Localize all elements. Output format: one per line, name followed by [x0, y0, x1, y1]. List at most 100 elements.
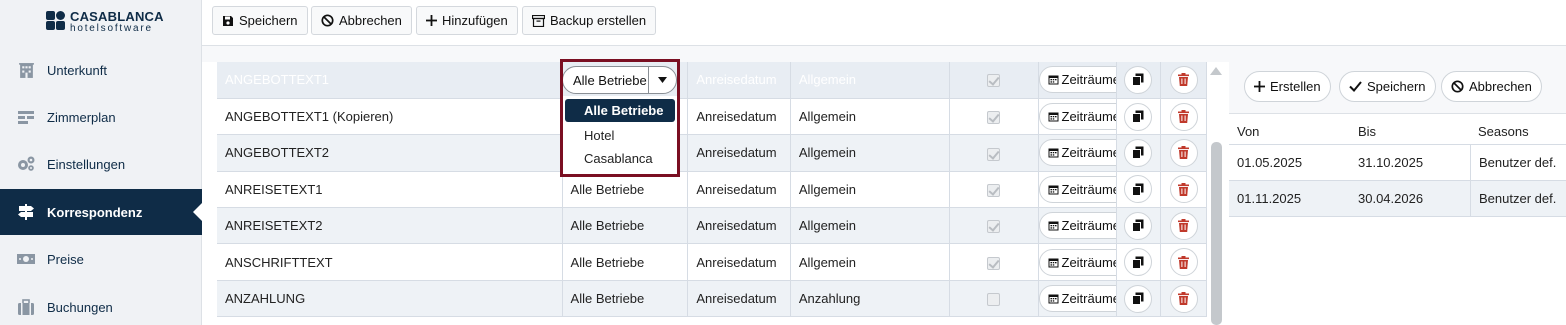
- sidebar-item-label: Preise: [47, 251, 84, 267]
- brand-tagline: hotelsoftware: [70, 23, 153, 34]
- cell-name: ANGEBOTTEXT1: [217, 62, 563, 99]
- copy-button[interactable]: [1124, 284, 1153, 313]
- sidebar-item-buchungen[interactable]: Buchungen: [0, 284, 202, 325]
- periods-button[interactable]: Zeiträume: [1038, 248, 1117, 276]
- table-row[interactable]: ANGEBOTTEXT1 (Kopieren)Alle Betriebe Anre…: [217, 98, 1207, 136]
- period-row[interactable]: 01.05.2025 31.10.2025 Benutzer def.: [1229, 145, 1566, 181]
- copy-button[interactable]: [1124, 138, 1153, 167]
- cell-active: [949, 243, 1039, 281]
- active-checkbox[interactable]: [987, 74, 1001, 88]
- periods-button[interactable]: Zeiträume: [1038, 103, 1116, 131]
- cell-scope[interactable]: Alle Betriebe: [562, 171, 689, 209]
- periods-button[interactable]: Zeiträume: [1038, 175, 1116, 203]
- cell-periods: Zeiträume: [1038, 171, 1117, 209]
- table-row[interactable]: ANZAHLUNG Alle Betriebe Anreisedatum Anzahl…: [217, 280, 1207, 318]
- cell-copy: [1116, 98, 1162, 136]
- sidebar-item-unterkunft[interactable]: Unterkunft: [0, 47, 202, 93]
- table-row[interactable]: ANSCHRIFTTEXT Alle Betriebe Anreisedatum Al…: [217, 243, 1207, 281]
- backup-button[interactable]: Backup erstellen: [522, 6, 657, 35]
- period-row[interactable]: 01.11.2025 30.04.2026 Benutzer def.: [1229, 181, 1566, 217]
- plus-icon: [426, 15, 437, 26]
- cell-type: Allgemein: [790, 98, 951, 136]
- cell-active: [949, 98, 1039, 136]
- delete-button[interactable]: [1169, 138, 1198, 167]
- active-checkbox[interactable]: [987, 293, 1001, 307]
- periods-button[interactable]: Zeiträume: [1038, 285, 1116, 313]
- trash-icon: [1178, 110, 1190, 124]
- cell-delete: [1160, 98, 1207, 136]
- copy-button[interactable]: [1124, 248, 1153, 277]
- delete-button[interactable]: [1169, 284, 1198, 313]
- copy-icon: [1132, 256, 1144, 269]
- table-row[interactable]: ANREISETEXT1 Alle Betriebe Anreisedatum All…: [217, 171, 1207, 209]
- periods-button[interactable]: Zeiträume: [1038, 212, 1116, 240]
- sidebar: CASABLANCA hotelsoftware Unterkunft Zimm…: [0, 0, 202, 325]
- sidebar-item-zimmerplan[interactable]: Zimmerplan: [0, 94, 202, 140]
- add-button[interactable]: Hinzufügen: [416, 6, 518, 35]
- scope-option[interactable]: Alle Betriebe: [565, 99, 675, 122]
- period-panel-toolbar: Erstellen Speichern Abbrechen: [1229, 62, 1566, 114]
- periods-button[interactable]: Zeiträume: [1038, 66, 1116, 94]
- cell-periods: Zeiträume: [1038, 134, 1117, 172]
- copy-button[interactable]: [1124, 65, 1153, 94]
- sidebar-item-korrespondenz[interactable]: Korrespondenz: [0, 189, 202, 235]
- scope-select[interactable]: Alle Betriebe: [562, 66, 677, 94]
- cell-scope[interactable]: Alle Betriebe: [562, 280, 689, 318]
- scrollbar-thumb[interactable]: [1211, 142, 1222, 325]
- cell-delete: [1160, 207, 1207, 245]
- sidebar-item-preise[interactable]: Preise: [0, 236, 202, 282]
- table-row[interactable]: ANGEBOTTEXT2Alle BetriebeAnreisedatumAll…: [217, 134, 1207, 172]
- cell-scope[interactable]: Alle Betriebe: [562, 207, 689, 245]
- cancel-button[interactable]: Abbrechen: [311, 6, 412, 35]
- create-period-button[interactable]: Erstellen: [1244, 71, 1331, 102]
- sidebar-item-einstellungen[interactable]: Einstellungen: [0, 141, 202, 187]
- table-row[interactable]: ANGEBOTTEXT1 Anreisedatum Allgemein Zeiträu…: [217, 62, 1207, 99]
- copy-button[interactable]: [1124, 102, 1153, 131]
- cancel-button-label: Abbrechen: [339, 13, 402, 28]
- cell-copy: [1116, 62, 1162, 99]
- calendar-icon: [1048, 148, 1058, 158]
- active-checkbox[interactable]: [987, 220, 1001, 234]
- delete-button[interactable]: [1169, 65, 1198, 94]
- cell-date-basis: Anreisedatum: [687, 98, 791, 136]
- cancel-period-label: Abbrechen: [1469, 79, 1532, 94]
- periods-button-label: Zeiträume: [1061, 254, 1117, 270]
- add-button-label: Hinzufügen: [442, 13, 508, 28]
- scroll-up-arrow-icon[interactable]: [1210, 67, 1222, 75]
- active-checkbox[interactable]: [987, 256, 1001, 270]
- cancel-period-button[interactable]: Abbrechen: [1441, 71, 1542, 102]
- cell-copy: [1116, 243, 1162, 281]
- gears-icon: [16, 154, 36, 174]
- delete-button[interactable]: [1169, 175, 1198, 204]
- periods-button[interactable]: Zeiträume: [1038, 139, 1116, 167]
- suitcase-icon: [16, 297, 36, 317]
- column-header-to: Bis: [1358, 123, 1377, 139]
- active-checkbox[interactable]: [987, 147, 1001, 161]
- caret-down-icon[interactable]: [648, 67, 676, 93]
- delete-button[interactable]: [1169, 102, 1198, 131]
- table-row[interactable]: ANREISETEXT2 Alle Betriebe Anreisedatum All…: [217, 207, 1207, 245]
- active-checkbox[interactable]: [987, 183, 1001, 197]
- delete-button[interactable]: [1169, 248, 1198, 277]
- backup-button-label: Backup erstellen: [550, 13, 647, 28]
- save-period-button[interactable]: Speichern: [1339, 71, 1436, 102]
- calendar-icon: [1048, 185, 1058, 195]
- cell-type: Allgemein: [790, 243, 951, 281]
- cell-scope[interactable]: Alle Betriebe: [562, 243, 689, 281]
- save-button[interactable]: Speichern: [212, 6, 308, 35]
- floppy-disk-icon: [223, 15, 233, 26]
- active-checkbox[interactable]: [987, 111, 1001, 125]
- scope-dropdown: Alle Betriebe Hotel Casablanca: [562, 96, 678, 174]
- scope-option[interactable]: Hotel: [562, 124, 678, 147]
- archive-icon: [532, 14, 545, 27]
- copy-button[interactable]: [1124, 211, 1153, 240]
- period-to: 30.04.2026: [1358, 191, 1424, 206]
- period-from: 01.11.2025: [1237, 191, 1302, 206]
- copy-button[interactable]: [1124, 175, 1153, 204]
- cell-type: Allgemein: [790, 207, 951, 245]
- scope-option[interactable]: Casablanca: [562, 147, 678, 170]
- delete-button[interactable]: [1169, 211, 1198, 240]
- period-table-header: Von Bis Seasons: [1229, 118, 1566, 145]
- sidebar-item-label: Unterkunft: [47, 62, 107, 78]
- cell-date-basis: Anreisedatum: [687, 171, 791, 209]
